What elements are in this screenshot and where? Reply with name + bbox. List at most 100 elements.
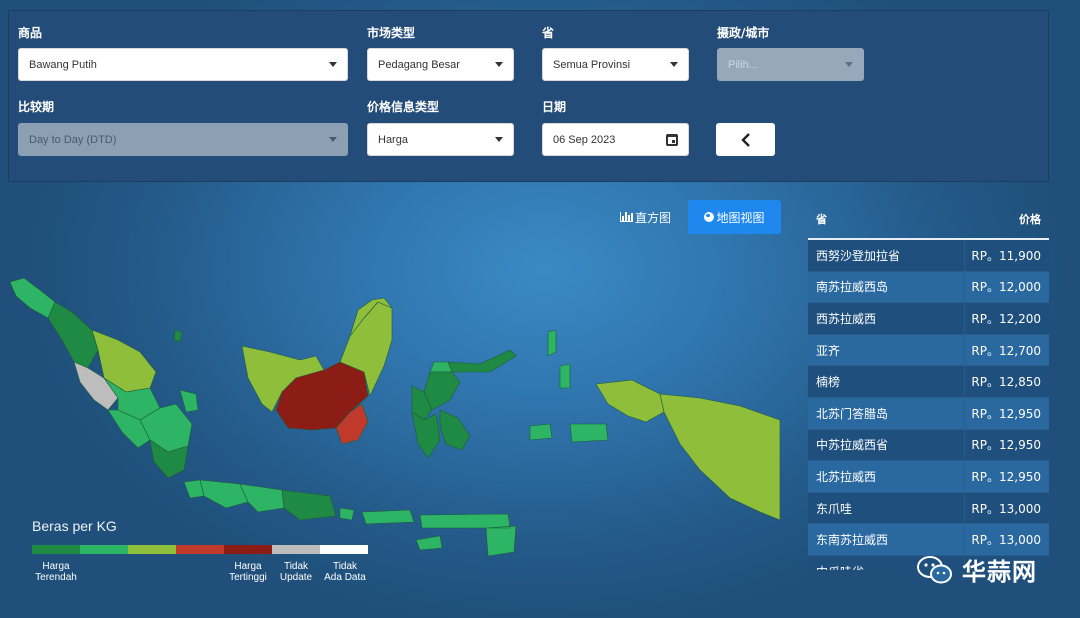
legend-swatch-no-data [320, 545, 368, 554]
province-cell: 楠榜 [808, 366, 965, 397]
table-row: 东爪哇 RP。13,000 [808, 492, 1049, 525]
province-cell: 东爪哇 [808, 492, 965, 524]
table-row: 南苏拉威西岛 RP。12,000 [808, 271, 1049, 304]
region-papua[interactable] [659, 393, 781, 521]
histogram-view-button[interactable]: 直方图 [612, 200, 679, 234]
table-header: 省 价格 [808, 200, 1049, 240]
chevron-left-icon [740, 132, 750, 147]
price-cell: RP。12,950 [971, 469, 1041, 484]
commodity-value: Bawang Putih [29, 58, 97, 71]
comparison-value: Day to Day (DTD) [29, 133, 117, 146]
calendar-icon[interactable] [666, 133, 678, 146]
region-maluku[interactable] [529, 423, 609, 443]
legend-title: Beras per KG [32, 518, 117, 534]
table-row: 西苏拉威西 RP。12,200 [808, 303, 1049, 335]
province-cell: 西努沙登加拉省 [808, 240, 965, 271]
region-gorontalo[interactable] [429, 361, 453, 373]
table-row: 北苏拉威西 RP。12,950 [808, 461, 1049, 493]
date-input[interactable]: 06 Sep 2023 [542, 123, 689, 156]
column-header-price: 价格 [1019, 213, 1041, 226]
table-body: 西努沙登加拉省 RP。11,900 南苏拉威西岛 RP。12,000 西苏拉威西 RP。1… [808, 240, 1049, 570]
region-bangka[interactable] [179, 389, 199, 413]
province-price-table[interactable]: 省 价格 西努沙登加拉省 RP。11,900 南苏拉威西岛 RP。12,000 西苏拉威… [808, 200, 1049, 570]
chevron-down-icon [495, 62, 503, 67]
table-row: 西努沙登加拉省 RP。11,900 [808, 240, 1049, 272]
regency-label: 摄政/城市 [717, 26, 770, 40]
market-type-select[interactable]: Pedagang Besar [367, 48, 514, 81]
region-north-sulawesi[interactable] [447, 349, 517, 373]
price-cell: RP。12,950 [971, 438, 1041, 453]
table-row: 楠榜 RP。12,850 [808, 366, 1049, 398]
province-value: Semua Provinsi [553, 58, 631, 71]
province-cell: 南苏拉威西岛 [808, 271, 965, 303]
globe-icon [704, 212, 715, 222]
province-cell: 北苏门答腊岛 [808, 397, 965, 429]
region-central-java[interactable] [239, 483, 285, 513]
bar-chart-icon [620, 212, 633, 222]
column-header-province: 省 [816, 213, 827, 226]
province-cell: 西苏拉威西 [808, 303, 965, 334]
chevron-down-icon [845, 62, 853, 67]
comparison-select[interactable]: Day to Day (DTD) [18, 123, 348, 156]
legend-swatch-mid [128, 545, 176, 554]
price-cell: RP。12,850 [971, 375, 1041, 390]
region-west-papua[interactable] [595, 379, 665, 423]
legend-swatch-not-updated [272, 545, 320, 554]
filter-panel: 商品 Bawang Putih 市场类型 Pedagang Besar 省 Se… [8, 10, 1049, 182]
regency-select[interactable]: Pilih... [717, 48, 864, 81]
map-view-label: 地图视图 [716, 210, 765, 225]
region-bali[interactable] [339, 507, 355, 521]
price-cell: RP。11,900 [971, 248, 1041, 263]
market-type-value: Pedagang Besar [378, 58, 460, 71]
date-value: 06 Sep 2023 [553, 133, 616, 146]
price-type-select[interactable]: Harga [367, 123, 514, 156]
legend-label-no-data: Tidak Ada Data [324, 561, 366, 583]
price-type-value: Harga [378, 133, 408, 146]
back-button[interactable] [716, 123, 775, 156]
region-southeast-sulawesi[interactable] [439, 409, 471, 451]
province-cell: 亚齐 [808, 334, 965, 366]
legend-swatch-high [176, 545, 224, 554]
legend-label-lowest: Harga Terendah [35, 561, 77, 583]
map-view-button[interactable]: 地图视图 [688, 200, 781, 234]
price-cell: RP。12,700 [971, 343, 1041, 358]
region-east-java[interactable] [281, 489, 337, 521]
legend-swatch-highest [224, 545, 272, 554]
province-cell: 中苏拉威西省 [808, 429, 965, 461]
price-cell: RP。12,200 [971, 311, 1041, 326]
province-cell: 北苏拉威西 [808, 461, 965, 492]
price-cell: RP。13,000 [971, 501, 1041, 516]
chevron-down-icon [495, 137, 503, 142]
commodity-select[interactable]: Bawang Putih [18, 48, 348, 81]
region-north-sumatra[interactable] [47, 301, 99, 369]
province-label: 省 [542, 26, 555, 40]
price-cell: RP。12,000 [971, 280, 1041, 295]
histogram-view-label: 直方图 [635, 210, 672, 225]
watermark-text: 华蒜网 [962, 558, 1037, 586]
price-type-label: 价格信息类型 [367, 100, 440, 114]
region-aceh[interactable] [9, 277, 56, 319]
region-south-sulawesi[interactable] [411, 411, 441, 459]
region-east-nusa-tenggara[interactable] [415, 513, 517, 557]
wechat-icon [917, 555, 952, 583]
price-cell: RP。12,950 [971, 406, 1041, 421]
legend-swatch-lowest [32, 545, 80, 554]
chevron-down-icon [329, 137, 337, 142]
regency-placeholder: Pilih... [728, 58, 758, 71]
table-row: 亚齐 RP。12,700 [808, 334, 1049, 367]
table-row: 中苏拉威西省 RP。12,950 [808, 429, 1049, 462]
price-cell: RP。13,000 [971, 533, 1041, 548]
legend-swatch-low [80, 545, 128, 554]
province-select[interactable]: Semua Provinsi [542, 48, 689, 81]
region-west-nusa-tenggara[interactable] [361, 509, 415, 525]
table-row: 北苏门答腊岛 RP。12,950 [808, 397, 1049, 430]
watermark: 华蒜网 [916, 552, 1037, 587]
comparison-label: 比较期 [18, 100, 55, 114]
region-riau-islands[interactable] [173, 329, 183, 343]
region-north-maluku[interactable] [547, 329, 571, 389]
chevron-down-icon [329, 62, 337, 67]
commodity-label: 商品 [18, 26, 43, 40]
province-cell: 东南苏拉威西 [808, 524, 965, 555]
chevron-down-icon [670, 62, 678, 67]
indonesia-price-map[interactable] [0, 240, 790, 560]
